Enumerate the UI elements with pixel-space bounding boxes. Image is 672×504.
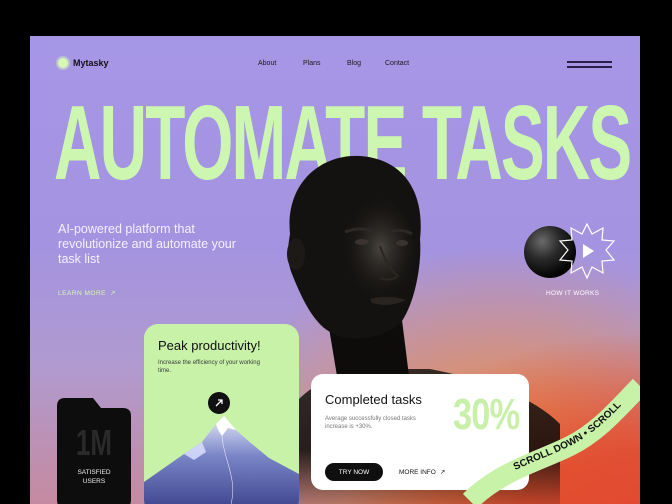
- completed-card-title: Completed tasks: [325, 392, 422, 407]
- learn-more-label: LEARN MORE: [58, 289, 106, 297]
- completed-card-subtitle: Average successfully closed tasks increa…: [325, 416, 416, 430]
- hero-intro: AI-powered platform that revolutionize a…: [58, 222, 236, 266]
- nav-plans[interactable]: Plans: [303, 60, 321, 67]
- logo-flower-icon: [58, 58, 68, 68]
- nav-about[interactable]: About: [258, 60, 276, 67]
- users-count: 1M: [75, 422, 112, 463]
- play-icon: [583, 244, 594, 258]
- more-info-link[interactable]: MORE INFO ↗: [399, 468, 446, 477]
- users-label-line2: USERS: [82, 478, 106, 485]
- peak-card-arrow-button[interactable]: [208, 392, 230, 414]
- arrow-up-right-icon: [215, 399, 223, 407]
- arrow-up-right-icon: ↗: [109, 290, 116, 297]
- scroll-down-ribbon[interactable]: SCROLL DOWN • SCROLL: [460, 376, 640, 504]
- play-button[interactable]: [558, 222, 616, 280]
- how-it-works-label[interactable]: HOW IT WORKS: [546, 290, 599, 297]
- peak-card-subtitle: Increase the efficiency of your working …: [158, 360, 260, 374]
- peak-card-title: Peak productivity!: [158, 338, 261, 353]
- brand-logo[interactable]: Mytasky: [58, 58, 109, 68]
- more-info-label: MORE INFO: [399, 468, 436, 476]
- peak-productivity-card: Peak productivity! Increase the efficien…: [144, 324, 299, 504]
- users-label-line1: SATISFIED: [77, 469, 111, 476]
- nav-contact[interactable]: Contact: [385, 60, 409, 67]
- hero-frame: Mytasky About Plans Blog Contact AUTOMAT…: [30, 36, 640, 504]
- menu-icon[interactable]: [567, 61, 612, 69]
- satisfied-users-card: 1M SATISFIED USERS: [57, 398, 131, 504]
- learn-more-link[interactable]: LEARN MORE ↗: [58, 289, 116, 298]
- brand-name: Mytasky: [73, 58, 109, 68]
- arrow-up-right-icon: ↗: [439, 469, 446, 476]
- try-now-button[interactable]: TRY NOW: [325, 463, 383, 481]
- users-label: SATISFIED USERS: [57, 468, 131, 486]
- nav-blog[interactable]: Blog: [347, 60, 361, 67]
